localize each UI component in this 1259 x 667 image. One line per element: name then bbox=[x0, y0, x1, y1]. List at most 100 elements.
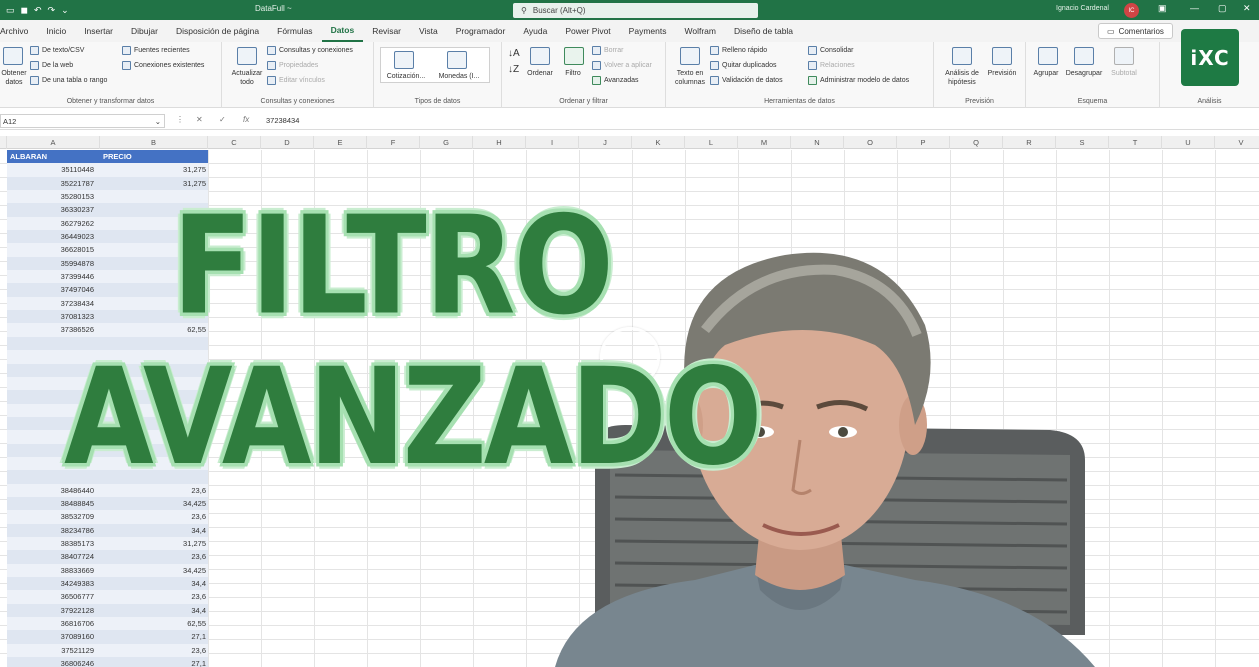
database-icon[interactable] bbox=[3, 47, 23, 65]
data-model-button[interactable]: Administrar modelo de datos bbox=[808, 76, 909, 85]
group-button[interactable]: Agrupar bbox=[1028, 69, 1064, 78]
column-header-a[interactable]: A bbox=[7, 136, 100, 149]
cell-albaran[interactable]: 36279262 bbox=[7, 216, 100, 231]
from-table-button[interactable]: De una tabla o rango bbox=[30, 76, 107, 85]
tab-ayuda[interactable]: Ayuda bbox=[514, 20, 556, 42]
cell-precio[interactable]: 34,425 bbox=[100, 563, 208, 577]
cell-albaran[interactable]: 36806246 bbox=[7, 657, 100, 667]
row-number[interactable] bbox=[0, 163, 7, 176]
cell-albaran[interactable]: 35221787 bbox=[7, 176, 100, 191]
row-number[interactable] bbox=[0, 203, 7, 216]
row-number[interactable] bbox=[0, 430, 7, 443]
row-number[interactable] bbox=[0, 577, 7, 590]
what-if-icon[interactable] bbox=[952, 47, 972, 65]
cancel-icon[interactable]: ✕ bbox=[196, 115, 203, 124]
cell-albaran[interactable]: 37399446 bbox=[7, 270, 100, 284]
ribbon-display-icon[interactable]: ▣ bbox=[1158, 3, 1167, 14]
comments-button[interactable]: ▭ Comentarios bbox=[1098, 23, 1173, 39]
cell-albaran[interactable]: 37081323 bbox=[7, 310, 100, 324]
row-number[interactable] bbox=[0, 270, 7, 283]
tab-diseno-tabla[interactable]: Diseño de tabla bbox=[725, 20, 802, 42]
cell-albaran[interactable]: 36506777 bbox=[7, 590, 100, 604]
header-precio[interactable]: PRECIO bbox=[100, 150, 208, 164]
column-header-f[interactable]: F bbox=[367, 136, 420, 149]
from-csv-button[interactable]: De texto/CSV bbox=[30, 46, 84, 55]
document-name[interactable]: DataFull ~ bbox=[255, 4, 292, 13]
sort-az-icon[interactable]: ↓A bbox=[508, 48, 520, 59]
cell-precio[interactable]: 23,6 bbox=[100, 643, 208, 658]
customize-qat-icon[interactable]: ⌄ bbox=[61, 5, 69, 16]
cell-precio[interactable]: 23,6 bbox=[100, 510, 208, 524]
row-number[interactable] bbox=[0, 484, 7, 497]
cell-albaran[interactable]: 36330237 bbox=[7, 203, 100, 217]
row-number[interactable] bbox=[0, 377, 7, 390]
column-header-b[interactable]: B bbox=[100, 136, 208, 149]
tab-revisar[interactable]: Revisar bbox=[363, 20, 410, 42]
cell-precio[interactable]: 62,55 bbox=[100, 617, 208, 631]
row-number[interactable] bbox=[0, 444, 7, 457]
row-number[interactable] bbox=[0, 564, 7, 577]
column-header-o[interactable]: O bbox=[844, 136, 897, 149]
tab-payments[interactable]: Payments bbox=[620, 20, 676, 42]
column-header-m[interactable]: M bbox=[738, 136, 791, 149]
cell-albaran[interactable]: 37238434 bbox=[7, 296, 100, 311]
undo-icon[interactable]: ↶ bbox=[34, 5, 42, 16]
queries-connections-button[interactable]: Consultas y conexiones bbox=[267, 46, 353, 55]
stocks-button[interactable]: Cotización... bbox=[382, 72, 430, 81]
tab-insertar[interactable]: Insertar bbox=[75, 20, 122, 42]
tab-archivo[interactable]: Archivo bbox=[0, 20, 37, 42]
column-header-p[interactable]: P bbox=[897, 136, 950, 149]
row-number[interactable] bbox=[0, 350, 7, 363]
filter-button[interactable]: Filtro bbox=[558, 69, 588, 78]
flash-fill-button[interactable]: Relleno rápido bbox=[710, 46, 767, 55]
refresh-all-button[interactable]: Actualizar todo bbox=[226, 69, 268, 87]
cell-albaran[interactable]: 35280153 bbox=[7, 190, 100, 204]
user-name[interactable]: Ignacio Cardenal bbox=[1056, 5, 1109, 12]
cell-precio[interactable]: 27,1 bbox=[100, 657, 208, 667]
data-validation-button[interactable]: Validación de datos bbox=[710, 76, 783, 85]
row-number[interactable] bbox=[0, 617, 7, 630]
header-albaran[interactable]: ALBARAN bbox=[7, 150, 100, 164]
existing-connections-button[interactable]: Conexiones existentes bbox=[122, 61, 204, 70]
column-header-d[interactable]: D bbox=[261, 136, 314, 149]
column-header-q[interactable]: Q bbox=[950, 136, 1003, 149]
text-to-columns-button[interactable]: Texto en columnas bbox=[670, 69, 710, 87]
cell-precio[interactable]: 23,6 bbox=[100, 550, 208, 564]
stocks-icon[interactable] bbox=[394, 51, 414, 69]
properties-button[interactable]: Propiedades bbox=[267, 61, 318, 70]
row-number[interactable] bbox=[0, 323, 7, 336]
row-number[interactable] bbox=[0, 644, 7, 657]
tab-vista[interactable]: Vista bbox=[410, 20, 447, 42]
cell-precio[interactable]: 23,6 bbox=[100, 590, 208, 604]
minimize-button[interactable]: — bbox=[1190, 3, 1199, 13]
filter-icon[interactable] bbox=[564, 47, 584, 65]
text-to-columns-icon[interactable] bbox=[680, 47, 700, 65]
row-number[interactable] bbox=[0, 417, 7, 430]
refresh-icon[interactable] bbox=[237, 47, 257, 65]
relationships-button[interactable]: Relaciones bbox=[808, 61, 855, 70]
row-number[interactable] bbox=[0, 470, 7, 483]
cell-albaran[interactable]: 38532709 bbox=[7, 510, 100, 524]
tab-formulas[interactable]: Fórmulas bbox=[268, 20, 321, 42]
tab-inicio[interactable]: Inicio bbox=[37, 20, 75, 42]
edit-links-button[interactable]: Editar vínculos bbox=[267, 76, 325, 85]
enter-icon[interactable]: ✓ bbox=[219, 115, 226, 124]
cell-precio[interactable]: 27,1 bbox=[100, 630, 208, 644]
row-number[interactable] bbox=[0, 337, 7, 350]
cell-albaran[interactable]: 37922128 bbox=[7, 603, 100, 618]
tab-dibujar[interactable]: Dibujar bbox=[122, 20, 167, 42]
cell-albaran[interactable]: 34249383 bbox=[7, 577, 100, 591]
search-box[interactable]: ⚲ Buscar (Alt+Q) bbox=[513, 3, 758, 18]
formula-input[interactable]: 37238434 bbox=[266, 116, 299, 125]
column-header-e[interactable]: E bbox=[314, 136, 367, 149]
redo-icon[interactable]: ↷ bbox=[48, 5, 56, 16]
subtotal-button[interactable]: Subtotal bbox=[1106, 69, 1142, 78]
column-header-t[interactable]: T bbox=[1109, 136, 1162, 149]
ungroup-button[interactable]: Desagrupar bbox=[1062, 69, 1106, 78]
from-web-button[interactable]: De la web bbox=[30, 61, 73, 70]
row-number[interactable] bbox=[0, 497, 7, 510]
avatar[interactable]: IC bbox=[1124, 3, 1139, 18]
cell-precio[interactable]: 34,4 bbox=[100, 577, 208, 591]
cell-precio[interactable]: 34,4 bbox=[100, 603, 208, 618]
fx-icon[interactable]: fx bbox=[243, 115, 249, 124]
